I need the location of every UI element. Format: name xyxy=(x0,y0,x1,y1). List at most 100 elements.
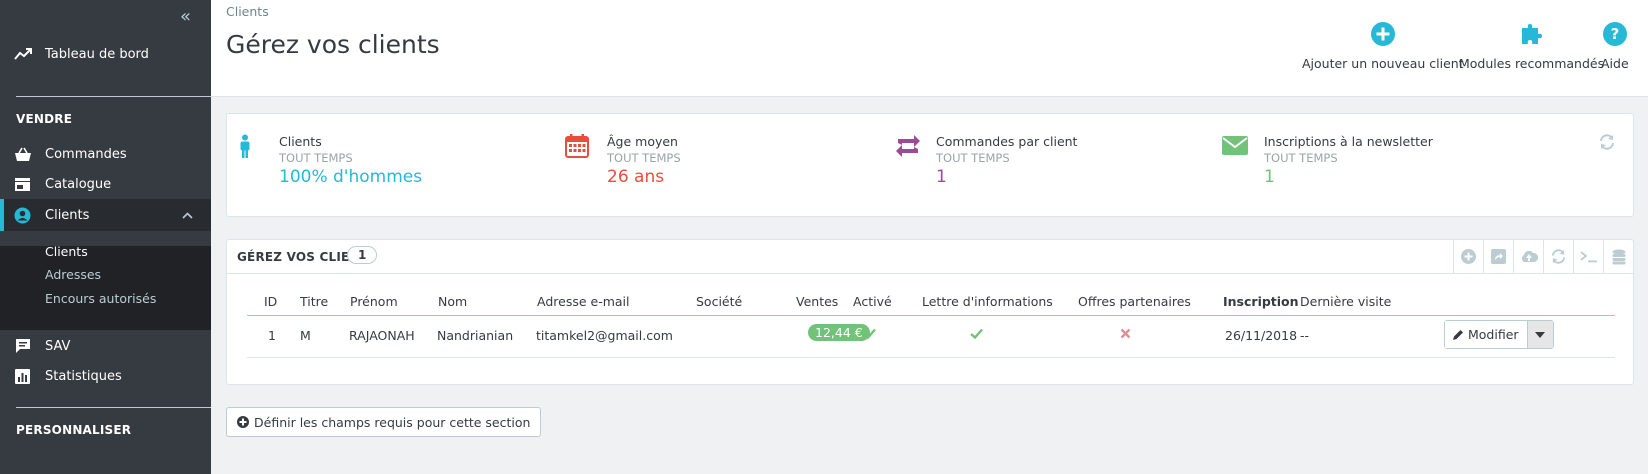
sidebar-item-label: Tableau de bord xyxy=(45,46,149,62)
add-client-button[interactable]: Ajouter un nouveau client xyxy=(1302,20,1464,71)
kpi-value: 1 xyxy=(1264,167,1275,187)
column-header-registration[interactable]: Inscription xyxy=(1223,294,1299,309)
column-header-firstname[interactable]: Prénom xyxy=(350,294,398,309)
sidebar-item-clients[interactable]: Clients xyxy=(0,199,211,231)
column-header-newsletter[interactable]: Lettre d'informations xyxy=(922,294,1053,309)
cell-lastname[interactable]: Nandrianian xyxy=(437,328,513,343)
help-circle-icon: ? xyxy=(1602,20,1627,48)
check-icon[interactable] xyxy=(970,328,983,343)
edit-button[interactable]: Modifier xyxy=(1445,321,1527,348)
account-circle-icon xyxy=(0,207,45,224)
sidebar-item-dashboard[interactable]: Tableau de bord xyxy=(0,38,211,70)
sidebar-item-label: SAV xyxy=(45,338,71,354)
submenu-item-outstanding[interactable]: Encours autorisés xyxy=(45,291,156,306)
count-badge: 1 xyxy=(347,246,378,264)
column-header-id[interactable]: ID xyxy=(264,294,277,309)
submenu-item-addresses[interactable]: Adresses xyxy=(45,267,101,282)
column-header-lastname[interactable]: Nom xyxy=(438,294,467,309)
column-header-email[interactable]: Adresse e-mail xyxy=(537,294,630,309)
sidebar: « Tableau de bord VENDRE Commandes Catal… xyxy=(0,0,211,474)
table-header-divider xyxy=(247,315,1615,316)
sidebar-item-label: Catalogue xyxy=(45,176,112,192)
kpi-value: 1 xyxy=(936,167,947,187)
column-header-active[interactable]: Activé xyxy=(853,294,892,309)
sidebar-item-label: Statistiques xyxy=(45,368,122,384)
refresh-list-icon[interactable] xyxy=(1543,240,1573,273)
retweet-icon xyxy=(894,134,920,160)
submenu-item-clients[interactable]: Clients xyxy=(45,244,88,259)
check-icon[interactable] xyxy=(863,328,876,343)
help-button[interactable]: ? Aide xyxy=(1601,20,1629,71)
kpi-title: Commandes par client xyxy=(936,134,1078,149)
sidebar-item-stats[interactable]: Statistiques xyxy=(0,360,211,392)
cell-title[interactable]: M xyxy=(300,328,311,343)
required-fields-button[interactable]: Définir les champs requis pour cette sec… xyxy=(226,407,542,437)
export-icon[interactable] xyxy=(1483,240,1513,273)
kpi-subtitle: TOUT TEMPS xyxy=(1264,151,1338,165)
sales-badge[interactable]: 12,44 € xyxy=(808,324,870,341)
sql-query-icon[interactable] xyxy=(1573,240,1603,273)
sidebar-item-sav[interactable]: SAV xyxy=(0,330,211,362)
edit-button-label: Modifier xyxy=(1468,327,1519,342)
collapse-sidebar-icon[interactable]: « xyxy=(180,6,191,27)
kpi-subtitle: TOUT TEMPS xyxy=(936,151,1010,165)
pencil-icon xyxy=(1453,329,1464,340)
sidebar-section-sell: VENDRE xyxy=(16,112,73,126)
recommended-modules-button[interactable]: Modules recommandés xyxy=(1459,20,1604,71)
sidebar-section-customize: PERSONNALISER xyxy=(16,423,132,437)
cross-icon[interactable] xyxy=(1120,328,1131,343)
plus-circle-icon xyxy=(237,416,249,428)
kpi-row: Clients TOUT TEMPS 100% d'hommes Âge moy… xyxy=(226,113,1634,217)
kpi-value: 26 ans xyxy=(607,167,665,187)
sidebar-item-label: Clients xyxy=(45,207,90,223)
cell-id[interactable]: 1 xyxy=(268,328,276,343)
database-icon[interactable] xyxy=(1603,240,1633,273)
kpi-title: Inscriptions à la newsletter xyxy=(1264,134,1433,149)
cell-firstname[interactable]: RAJAONAH xyxy=(349,328,415,343)
column-header-sales[interactable]: Ventes xyxy=(796,294,838,309)
clients-panel: GÉREZ VOS CLIENTS 1 ID Titre Prénom Nom … xyxy=(226,239,1634,385)
male-icon xyxy=(237,134,263,160)
bar-chart-icon xyxy=(0,368,45,384)
breadcrumb[interactable]: Clients xyxy=(226,4,269,19)
store-icon xyxy=(0,177,45,192)
required-fields-label: Définir les champs requis pour cette sec… xyxy=(254,414,531,430)
sidebar-item-orders[interactable]: Commandes xyxy=(0,138,211,170)
sidebar-item-label: Commandes xyxy=(45,146,127,162)
column-header-optin[interactable]: Offres partenaires xyxy=(1078,294,1191,309)
column-header-last-visit[interactable]: Dernière visite xyxy=(1300,294,1391,309)
recommended-modules-label: Modules recommandés xyxy=(1459,56,1605,71)
column-header-company[interactable]: Société xyxy=(696,294,742,309)
table-row-divider xyxy=(247,357,1615,358)
svg-text:?: ? xyxy=(1610,25,1619,43)
add-client-label: Ajouter un nouveau client xyxy=(1302,56,1464,71)
kpi-value: 100% d'hommes xyxy=(279,167,423,187)
chevron-up-icon xyxy=(182,208,193,223)
sidebar-divider xyxy=(16,96,211,97)
puzzle-icon xyxy=(1519,20,1545,48)
row-actions: Modifier xyxy=(1444,320,1554,349)
refresh-icon[interactable] xyxy=(1599,134,1615,154)
kpi-subtitle: TOUT TEMPS xyxy=(607,151,681,165)
envelope-icon xyxy=(1222,134,1248,160)
sidebar-divider xyxy=(16,407,211,408)
calendar-icon xyxy=(565,134,591,160)
caret-down-icon xyxy=(1535,331,1546,338)
kpi-title: Clients xyxy=(279,134,322,149)
clients-submenu: Clients Adresses Encours autorisés xyxy=(0,244,211,330)
help-label: Aide xyxy=(1601,56,1629,71)
column-header-title[interactable]: Titre xyxy=(300,294,328,309)
cell-registration-date[interactable]: 26/11/2018 xyxy=(1225,328,1297,343)
cell-last-visit[interactable]: -- xyxy=(1300,328,1309,343)
sidebar-item-catalog[interactable]: Catalogue xyxy=(0,168,211,200)
kpi-subtitle: TOUT TEMPS xyxy=(279,151,353,165)
add-new-icon[interactable] xyxy=(1453,240,1483,273)
trending-up-icon xyxy=(0,48,45,60)
page-title: Gérez vos clients xyxy=(226,30,440,59)
row-actions-dropdown[interactable] xyxy=(1526,321,1553,348)
cloud-upload-icon[interactable] xyxy=(1513,240,1543,273)
chat-icon xyxy=(0,338,45,354)
kpi-title: Âge moyen xyxy=(607,134,678,149)
panel-toolbar xyxy=(1453,240,1633,273)
cell-email[interactable]: titamkel2@gmail.com xyxy=(536,328,673,343)
